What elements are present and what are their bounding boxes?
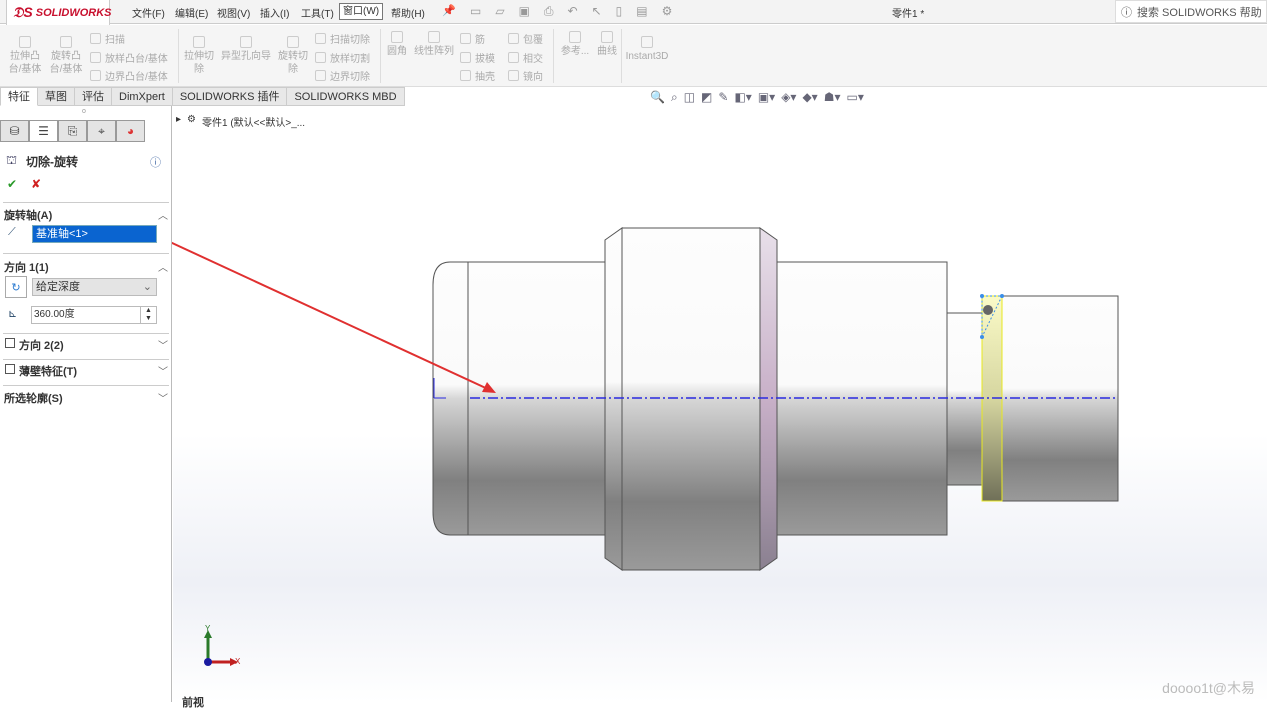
property-list-icon: ☰ [38, 124, 49, 138]
help-icon[interactable]: ⓘ [150, 154, 161, 170]
thin-feature-checkbox[interactable] [5, 364, 15, 374]
dimxpert-manager-tab[interactable]: ⌖ [87, 120, 116, 142]
appearance-sphere-icon: ◕ [126, 124, 135, 138]
divider [3, 385, 169, 386]
configuration-manager-tab[interactable]: ⎘ [58, 120, 87, 142]
crosshair-icon: ⌖ [98, 123, 105, 138]
splitter-handle[interactable]: o [82, 108, 86, 115]
chevron-down-icon: ⌄ [142, 281, 152, 293]
feature-title: 切除-旋转 [26, 155, 78, 169]
axis-section-header[interactable]: 旋转轴(A) [4, 207, 52, 223]
display-manager-tab[interactable]: ◕ [116, 120, 145, 142]
thin-feature-section-header[interactable]: 薄壁特征(T) [19, 363, 77, 379]
collar [621, 227, 761, 571]
expand-chevron-icon[interactable]: ﹀ [158, 390, 168, 405]
collapse-chevron-icon[interactable]: ︿ [158, 259, 168, 274]
ok-check-icon[interactable]: ✔ [7, 177, 17, 191]
feature-tree-icon: ⛁ [9, 124, 20, 138]
end-condition-select[interactable]: 给定深度 ⌄ [32, 278, 157, 296]
axis-line-icon: ⟋ [8, 226, 16, 238]
watermark: doooo1t@木易 [1162, 680, 1255, 696]
axis-selection-box[interactable]: 基准轴<1> [32, 225, 157, 243]
cancel-x-icon[interactable]: ✘ [31, 177, 41, 191]
angle-spinner[interactable]: ▲ ▼ [140, 307, 156, 323]
divider [3, 359, 169, 360]
direction1-section-header[interactable]: 方向 1(1) [4, 259, 49, 275]
sketch-origin-marker [983, 305, 993, 315]
feature-manager-tab[interactable]: ⛁ [0, 120, 29, 142]
expand-chevron-icon[interactable]: ﹀ [158, 337, 168, 352]
direction2-section-header[interactable]: 方向 2(2) [19, 337, 64, 353]
reverse-direction-button[interactable]: ↻ [5, 276, 27, 298]
collar-right-chamfer [759, 227, 778, 571]
direction2-checkbox[interactable] [5, 338, 15, 348]
model-view [156, 227, 1119, 666]
property-manager: o ⛁ ☰ ⎘ ⌖ ◕ ⛫ 切除-旋转 ⓘ ✔ ✘ 旋转轴(A) ︿ ⟋ 基准轴… [0, 106, 172, 702]
view-name-label: 前视 [182, 697, 204, 709]
property-manager-tab[interactable]: ☰ [29, 120, 58, 142]
collapse-chevron-icon[interactable]: ︿ [158, 207, 168, 222]
angle-input[interactable]: 360.00度 ▲ ▼ [31, 306, 157, 324]
divider [3, 253, 169, 254]
coordinate-triad [204, 630, 238, 666]
reverse-direction-icon: ↻ [11, 281, 21, 294]
configuration-icon: ⎘ [67, 123, 78, 138]
shaft-neck [946, 312, 983, 486]
triad-x-label: X [235, 657, 241, 666]
revolve-cut-icon: ⛫ [6, 153, 18, 167]
selected-contours-section-header[interactable]: 所选轮廓(S) [4, 390, 63, 406]
angle-icon: ⊾ [8, 308, 18, 320]
collar-left-chamfer [604, 227, 623, 571]
divider [3, 333, 169, 334]
manager-tabs: ⛁ ☰ ⎘ ⌖ ◕ [0, 120, 145, 142]
triad-y-label: Y [205, 624, 211, 633]
divider [3, 202, 169, 203]
expand-chevron-icon[interactable]: ﹀ [158, 363, 168, 378]
